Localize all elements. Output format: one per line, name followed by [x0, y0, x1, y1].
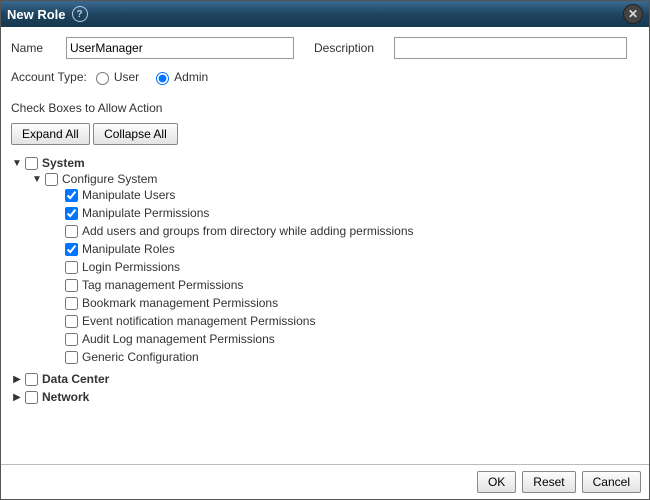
system-checkbox[interactable] — [25, 157, 38, 170]
account-type-row: Account Type: User Admin — [11, 69, 639, 85]
permissions-tree[interactable]: ▼ System ▼ Configure System ▶ Manipulate … — [11, 153, 639, 464]
description-label: Description — [314, 41, 394, 55]
permission-checkbox[interactable] — [65, 243, 78, 256]
data-center-checkbox[interactable] — [25, 373, 38, 386]
configure-system-node-label: Configure System — [62, 172, 157, 186]
permission-label: Tag management Permissions — [82, 278, 243, 292]
permission-checkbox[interactable] — [65, 189, 78, 202]
account-type-admin-radio[interactable] — [156, 72, 169, 85]
new-role-dialog: New Role ? ✕ Name Description Account Ty… — [0, 0, 650, 500]
network-checkbox[interactable] — [25, 391, 38, 404]
cancel-button[interactable]: Cancel — [582, 471, 641, 493]
permission-label: Bookmark management Permissions — [82, 296, 278, 310]
description-input[interactable] — [394, 37, 627, 59]
account-type-admin-label: Admin — [174, 70, 208, 84]
titlebar: New Role ? ✕ — [1, 1, 649, 27]
permission-checkbox[interactable] — [65, 261, 78, 274]
collapse-all-button[interactable]: Collapse All — [93, 123, 178, 145]
name-desc-row: Name Description — [11, 37, 639, 59]
toggle-icon[interactable]: ▼ — [31, 174, 43, 185]
reset-button[interactable]: Reset — [522, 471, 575, 493]
close-icon[interactable]: ✕ — [623, 4, 643, 24]
expand-all-button[interactable]: Expand All — [11, 123, 90, 145]
name-label: Name — [11, 41, 66, 55]
permission-label: Manipulate Permissions — [82, 206, 209, 220]
permission-label: Event notification management Permission… — [82, 314, 315, 328]
toggle-icon[interactable]: ▶ — [11, 392, 23, 403]
permission-checkbox[interactable] — [65, 297, 78, 310]
network-node-label: Network — [42, 390, 89, 404]
name-input[interactable] — [66, 37, 294, 59]
permission-label: Login Permissions — [82, 260, 180, 274]
toggle-icon[interactable]: ▶ — [11, 374, 23, 385]
data-center-node-label: Data Center — [42, 372, 109, 386]
permission-label: Add users and groups from directory whil… — [82, 224, 414, 238]
permission-checkbox[interactable] — [65, 207, 78, 220]
dialog-content: Name Description Account Type: User Admi… — [1, 27, 649, 464]
configure-system-checkbox[interactable] — [45, 173, 58, 186]
system-node-label: System — [42, 156, 85, 170]
dialog-footer: OK Reset Cancel — [1, 464, 649, 499]
permission-label: Audit Log management Permissions — [82, 332, 275, 346]
permission-label: Manipulate Roles — [82, 242, 175, 256]
permission-checkbox[interactable] — [65, 333, 78, 346]
expand-collapse-row: Expand All Collapse All — [11, 123, 639, 145]
permission-label: Generic Configuration — [82, 350, 199, 364]
permission-checkbox[interactable] — [65, 279, 78, 292]
account-type-user-label: User — [114, 70, 139, 84]
help-icon[interactable]: ? — [72, 6, 88, 22]
account-type-label: Account Type: — [11, 70, 87, 84]
permission-checkbox[interactable] — [65, 351, 78, 364]
account-type-user-radio[interactable] — [96, 72, 109, 85]
permission-checkbox[interactable] — [65, 225, 78, 238]
permission-label: Manipulate Users — [82, 188, 175, 202]
permission-checkbox[interactable] — [65, 315, 78, 328]
permissions-header: Check Boxes to Allow Action — [11, 101, 639, 115]
toggle-icon[interactable]: ▼ — [11, 158, 23, 169]
dialog-title: New Role — [7, 7, 66, 22]
ok-button[interactable]: OK — [477, 471, 516, 493]
